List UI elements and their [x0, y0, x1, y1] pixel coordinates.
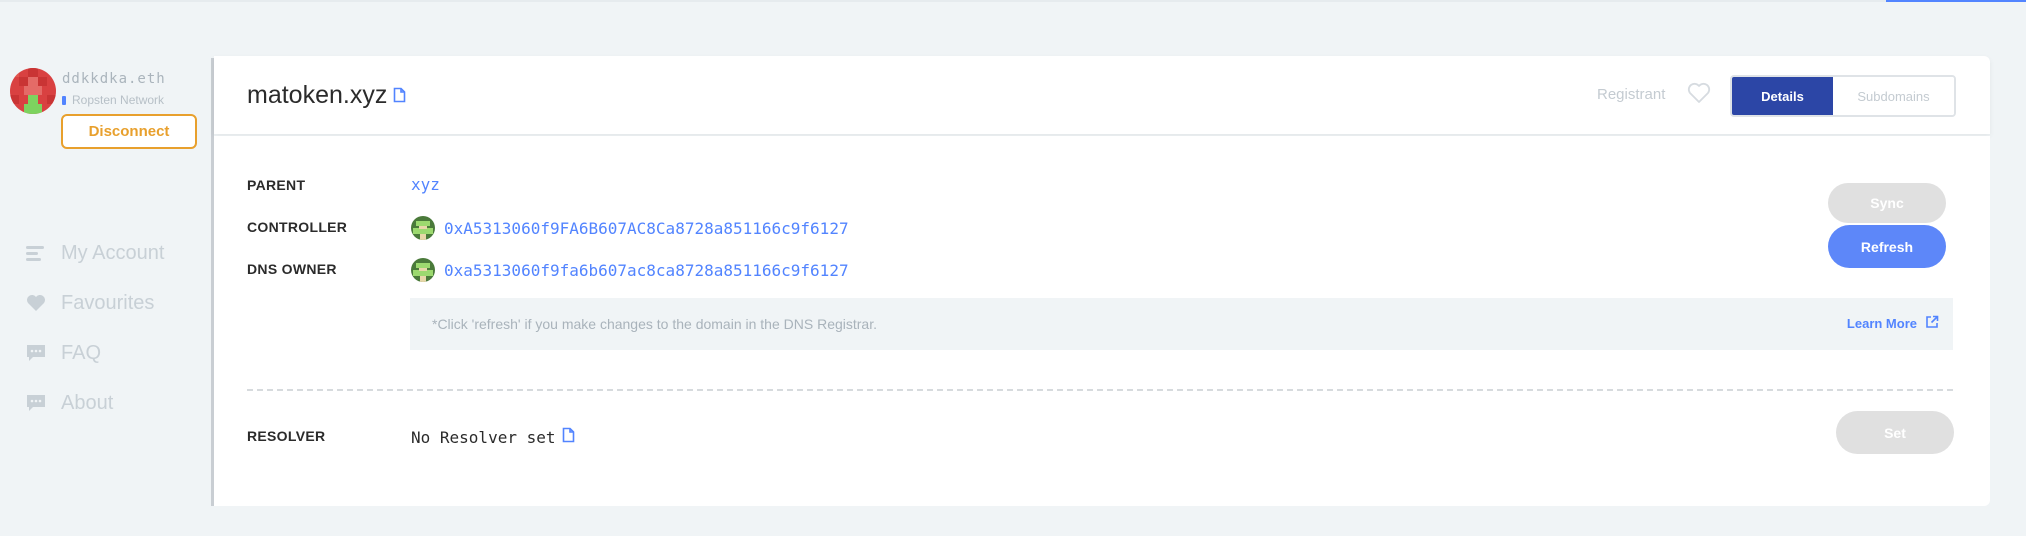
sidebar-item-label: About: [61, 391, 114, 414]
sync-button[interactable]: Sync: [1828, 183, 1946, 223]
dns-owner-address: 0xa5313060f9fa6b607ac8ca8728a851166c9f61…: [444, 260, 849, 280]
set-resolver-button[interactable]: Set: [1836, 411, 1954, 454]
resolver-value: No Resolver set: [411, 427, 575, 447]
controller-address-link[interactable]: 0xA5313060f9FA6B607AC8Ca8728a851166c9f61…: [411, 216, 849, 240]
chat-icon: [25, 392, 47, 414]
dns-refresh-notice: *Click 'refresh' if you make changes to …: [410, 298, 1953, 350]
domain-header: matoken.xyz Registrant Details Subdomain…: [214, 56, 1990, 134]
disconnect-button[interactable]: Disconnect: [61, 114, 197, 149]
favourite-heart-icon[interactable]: [1687, 82, 1711, 109]
dns-owner-address-link[interactable]: 0xa5313060f9fa6b607ac8ca8728a851166c9f61…: [411, 258, 849, 282]
network-indicator: Ropsten Network: [62, 93, 164, 107]
parent-link[interactable]: xyz: [411, 175, 440, 194]
notice-text: *Click 'refresh' if you make changes to …: [432, 316, 877, 332]
learn-more-link[interactable]: Learn More: [1847, 315, 1939, 332]
controller-label: CONTROLLER: [247, 219, 348, 235]
heart-icon: [25, 292, 47, 314]
chat-icon: [25, 342, 47, 364]
sidebar: ddkkdka.eth Ropsten Network Disconnect M…: [0, 0, 210, 536]
sidebar-item-my-account[interactable]: My Account: [25, 228, 164, 278]
sidebar-nav: My Account Favourites FAQ About: [25, 228, 164, 428]
sidebar-item-about[interactable]: About: [25, 378, 164, 428]
network-status-icon: [62, 95, 66, 105]
parent-label: PARENT: [247, 177, 306, 193]
sidebar-item-label: My Account: [61, 241, 165, 264]
top-border: [0, 0, 2026, 2]
sidebar-item-favourites[interactable]: Favourites: [25, 278, 164, 328]
section-divider: [247, 389, 1953, 391]
refresh-button[interactable]: Refresh: [1828, 225, 1946, 268]
tab-subdomains[interactable]: Subdomains: [1833, 77, 1954, 115]
copy-icon[interactable]: [393, 81, 406, 110]
tab-bar: Details Subdomains: [1730, 75, 1956, 117]
registrant-link[interactable]: Registrant: [1597, 86, 1665, 103]
avatar[interactable]: [10, 68, 56, 114]
sidebar-item-label: Favourites: [61, 291, 155, 314]
list-icon: [25, 242, 47, 264]
resolver-label: RESOLVER: [247, 428, 326, 444]
parent-value: xyz: [411, 175, 440, 194]
external-link-icon: [1925, 315, 1939, 332]
address-avatar: [411, 258, 435, 282]
sidebar-item-faq[interactable]: FAQ: [25, 328, 164, 378]
dns-owner-label: DNS OWNER: [247, 261, 337, 277]
domain-name: matoken.xyz: [247, 81, 388, 109]
page-title: matoken.xyz: [247, 81, 406, 110]
tab-details[interactable]: Details: [1732, 77, 1833, 115]
address-avatar: [411, 216, 435, 240]
controller-address: 0xA5313060f9FA6B607AC8Ca8728a851166c9f61…: [444, 218, 849, 238]
network-name: Ropsten Network: [72, 93, 165, 107]
domain-details: PARENT xyz CONTROLLER 0xA5313060f9FA6B60…: [214, 136, 1990, 506]
sidebar-item-label: FAQ: [61, 341, 102, 364]
loading-progress-bar: [1886, 0, 2026, 2]
account-name: ddkkdka.eth: [62, 71, 166, 87]
resolver-text: No Resolver set: [411, 427, 556, 447]
learn-more-label: Learn More: [1846, 316, 1917, 331]
copy-icon[interactable]: [562, 427, 575, 447]
